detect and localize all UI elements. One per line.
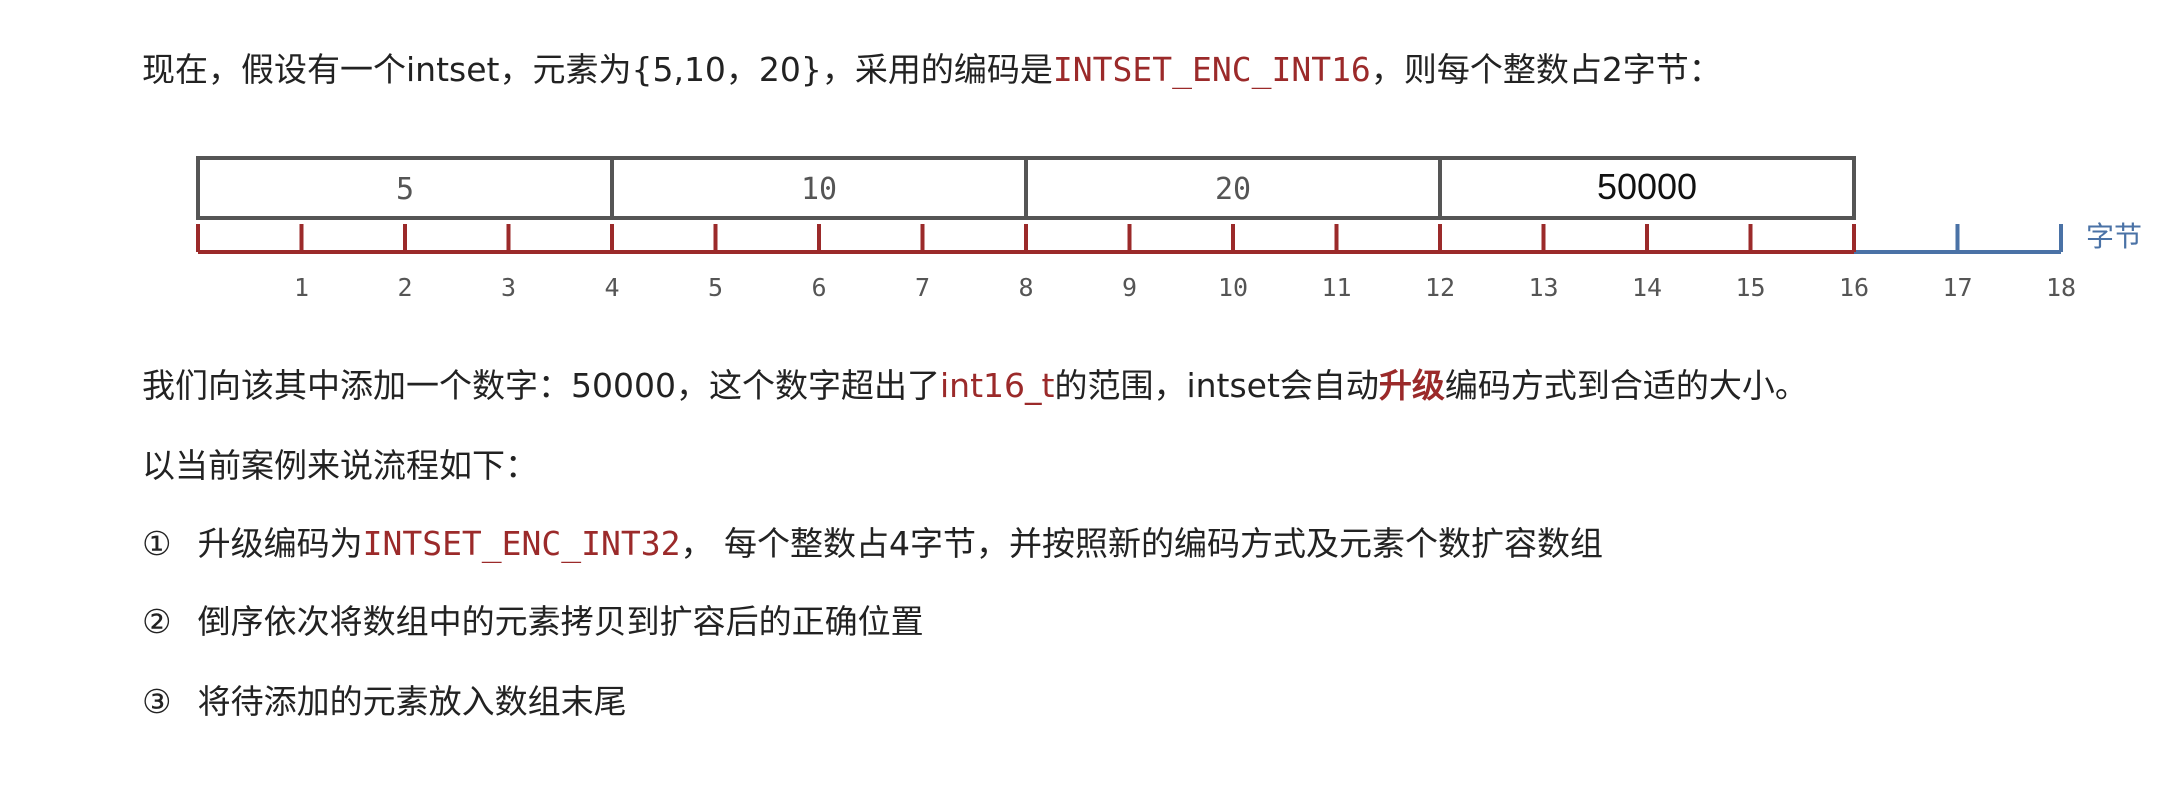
byte-label-2: 2 — [397, 273, 412, 302]
step-3: ③ 将待添加的元素放入数组末尾 — [142, 680, 627, 724]
type-name-int16: int16_t — [939, 366, 1055, 405]
byte-label-12: 12 — [1425, 273, 1455, 302]
byte-label-13: 13 — [1528, 273, 1558, 302]
step-2: ② 倒序依次将数组中的元素拷贝到扩容后的正确位置 — [142, 600, 924, 644]
intset-byte-diagram: 5 10 20 500001 2 3 4 5 6 7 8 9 10 11 12 13 14 15 16 17 18字节 — [196, 156, 2142, 302]
byte-label-14: 14 — [1632, 273, 1662, 302]
byte-label-15: 15 — [1735, 273, 1765, 302]
upgrade-highlight: 升级 — [1378, 366, 1445, 405]
encoding-int32: INTSET_ENC_INT32 — [362, 524, 681, 563]
byte-label-17: 17 — [1942, 273, 1972, 302]
upgrade-text-part2: 的范围，intset会自动 — [1054, 366, 1379, 405]
cell-value-4: 50000 — [1597, 166, 1697, 207]
cell-value-2: 10 — [801, 172, 837, 207]
byte-label-4: 4 — [604, 273, 619, 302]
byte-label-6: 6 — [811, 273, 826, 302]
upgrade-text-part1: 我们向该其中添加一个数字：50000，这个数字超出了 — [142, 366, 940, 405]
byte-label-16: 16 — [1839, 273, 1869, 302]
cell-value-3: 20 — [1215, 172, 1251, 207]
intro-paragraph: 现在，假设有一个intset，元素为{5,10，20}，采用的编码是INTSET… — [142, 48, 1722, 92]
intro-text-part1: 现在，假设有一个intset，元素为{5,10，20}，采用的编码是 — [142, 50, 1053, 89]
byte-label-1: 1 — [294, 273, 309, 302]
step-3-marker: ③ — [142, 682, 172, 721]
step-1: ① 升级编码为INTSET_ENC_INT32， 每个整数占4字节，并按照新的编码… — [142, 522, 1603, 566]
byte-label-7: 7 — [915, 273, 930, 302]
step-1-suffix: ， 每个整数占4字节，并按照新的编码方式及元素个数扩容数组 — [680, 524, 1603, 563]
byte-label-11: 11 — [1321, 273, 1351, 302]
byte-unit-label: 字节 — [2086, 220, 2142, 253]
cell-value-1: 5 — [396, 172, 414, 207]
step-3-text: 将待添加的元素放入数组末尾 — [197, 682, 627, 721]
step-1-prefix: 升级编码为 — [197, 524, 363, 563]
step-2-text: 倒序依次将数组中的元素拷贝到扩容后的正确位置 — [197, 602, 924, 641]
upgrade-text-part3: 编码方式到合适的大小。 — [1444, 366, 1808, 405]
byte-label-9: 9 — [1122, 273, 1137, 302]
step-1-marker: ① — [142, 524, 172, 563]
byte-label-18: 18 — [2046, 273, 2076, 302]
byte-label-3: 3 — [501, 273, 516, 302]
encoding-int16: INTSET_ENC_INT16 — [1052, 50, 1371, 89]
upgrade-paragraph: 我们向该其中添加一个数字：50000，这个数字超出了int16_t的范围，int… — [142, 364, 1808, 408]
intro-text-part2: ，则每个整数占2字节： — [1370, 50, 1722, 89]
step-2-marker: ② — [142, 602, 172, 641]
byte-label-5: 5 — [708, 273, 723, 302]
byte-label-10: 10 — [1218, 273, 1248, 302]
process-intro: 以当前案例来说流程如下： — [142, 446, 538, 485]
byte-label-8: 8 — [1018, 273, 1033, 302]
